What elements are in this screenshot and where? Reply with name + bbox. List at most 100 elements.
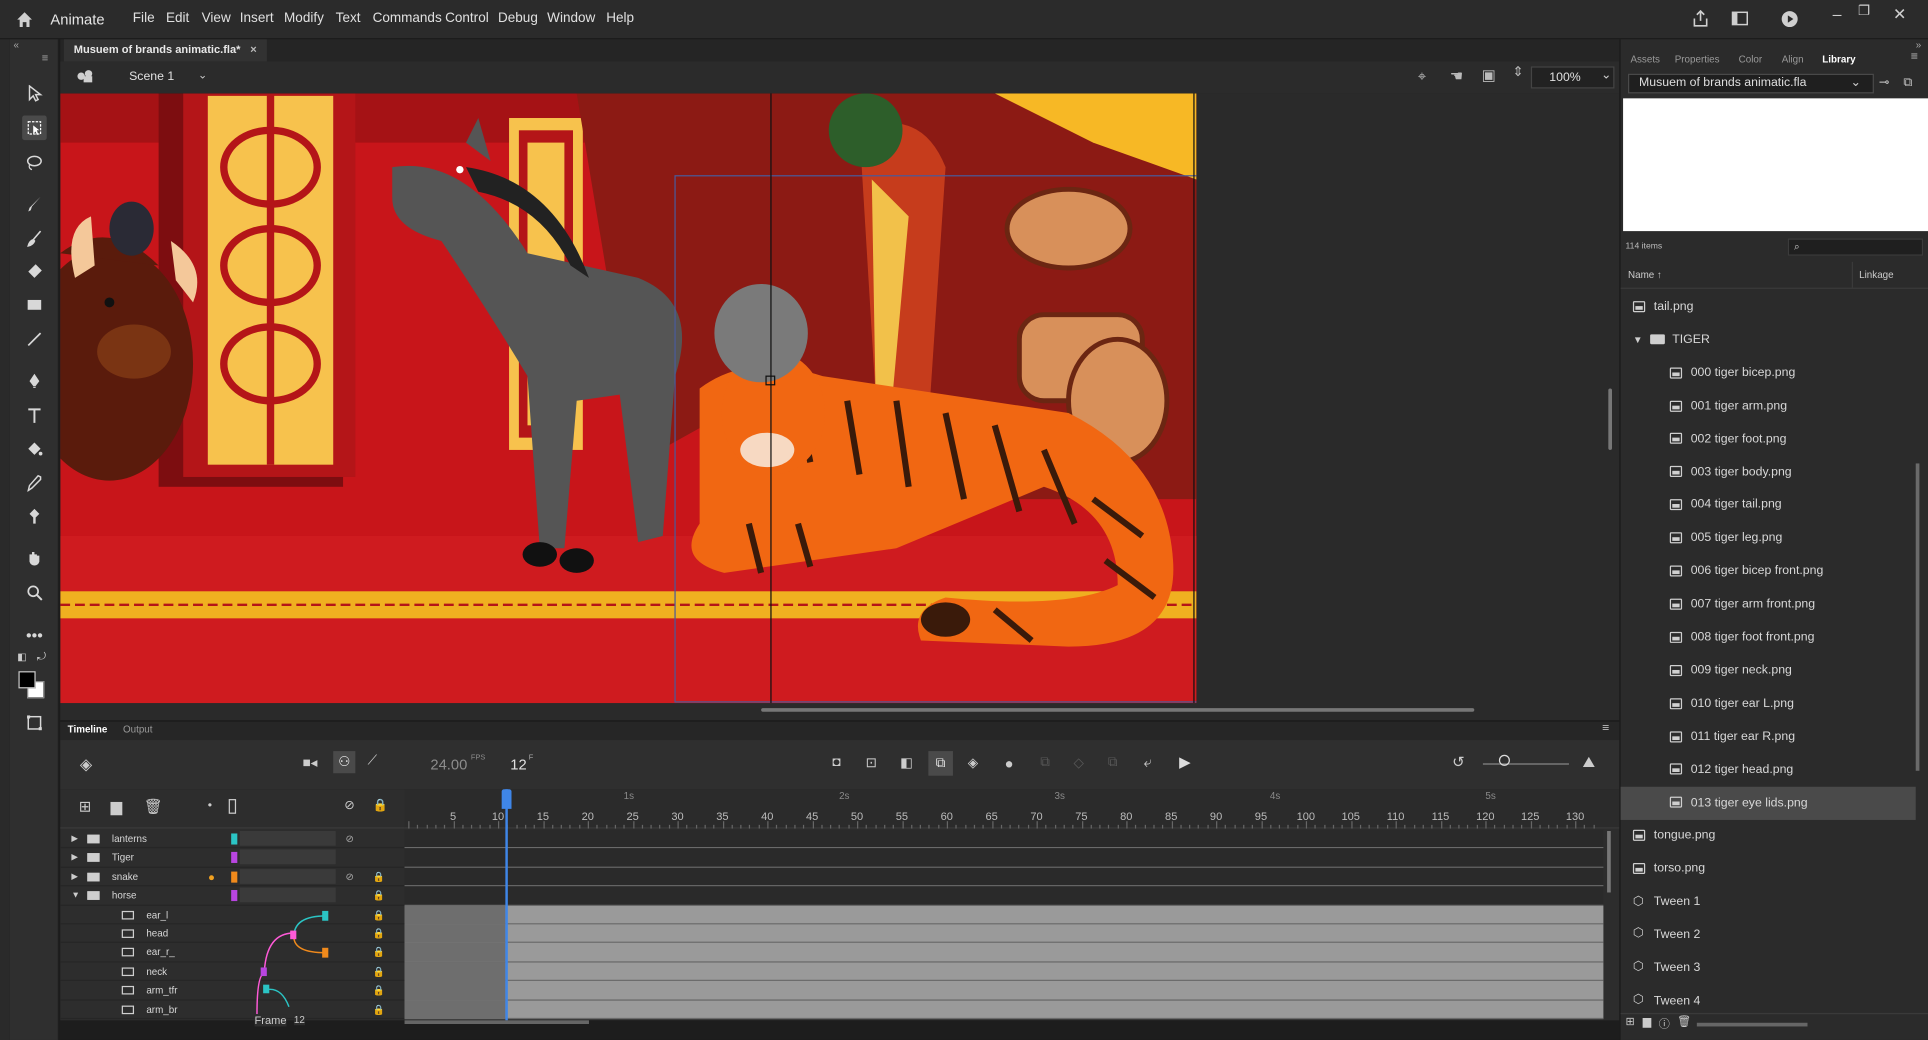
library-item[interactable]: ⬡ Tween 1: [1621, 885, 1916, 918]
folder-expand-icon[interactable]: ▼: [1633, 323, 1650, 356]
properties-icon[interactable]: ⓘ: [1659, 1015, 1670, 1031]
menu-edit[interactable]: Edit: [166, 11, 189, 26]
lock-icon[interactable]: 🔒: [373, 981, 385, 999]
current-frame-value[interactable]: 12: [510, 756, 526, 773]
library-h-scrollbar[interactable]: [1696, 1022, 1808, 1027]
menu-debug[interactable]: Debug: [498, 11, 538, 26]
menu-help[interactable]: Help: [606, 11, 634, 26]
lock-all-icon[interactable]: 🔒: [373, 799, 388, 813]
paint-brush-tool-icon[interactable]: [22, 226, 47, 251]
lasso-tool-icon[interactable]: [22, 150, 47, 175]
pin-library-icon[interactable]: ⊸: [1879, 76, 1889, 90]
layer-color-swatch[interactable]: [231, 852, 238, 864]
snap-icon[interactable]: ⌖: [1418, 68, 1426, 86]
menu-modify[interactable]: Modify: [284, 11, 324, 26]
collapse-panel-icon[interactable]: »: [1916, 39, 1921, 50]
library-item[interactable]: tongue.png: [1621, 819, 1916, 852]
layer-depth-icon[interactable]: ◈: [80, 755, 92, 775]
library-item[interactable]: torso.png: [1621, 852, 1916, 885]
swap-colors-icon[interactable]: ⤾: [37, 650, 46, 664]
new-symbol-icon[interactable]: ⊞: [1626, 1015, 1635, 1029]
edit-symbols-icon[interactable]: [76, 69, 93, 84]
menu-commands[interactable]: Commands: [373, 11, 442, 26]
show-hide-all-icon[interactable]: ⊘: [344, 799, 354, 813]
frame-row-lanterns[interactable]: [404, 829, 1604, 849]
auto-keyframe-icon[interactable]: ⧉: [928, 751, 953, 776]
frame-row-ear_l[interactable]: [404, 905, 1604, 925]
frame-row-arm_br[interactable]: [404, 1000, 1604, 1020]
folder-toggle-icon[interactable]: ▶: [71, 868, 78, 886]
frame-row-neck[interactable]: [404, 962, 1604, 982]
fps-value[interactable]: 24.00: [430, 756, 467, 773]
layer-color-swatch[interactable]: [231, 833, 238, 845]
tab-properties[interactable]: Properties: [1675, 54, 1720, 65]
menu-insert[interactable]: Insert: [240, 11, 274, 26]
insert-frame-icon[interactable]: ◈: [968, 755, 978, 771]
layer-row-horse[interactable]: ▼ horse 🔒: [60, 887, 405, 906]
library-item[interactable]: ⬡ Tween 3: [1621, 951, 1916, 984]
layer-row-lanterns[interactable]: ▶ lanterns ⊘: [60, 830, 405, 849]
play-icon[interactable]: ▶: [1179, 754, 1190, 771]
loop-icon[interactable]: ⤶: [1144, 754, 1152, 772]
menu-control[interactable]: Control: [445, 11, 489, 26]
insert-blank-keyframe-icon[interactable]: ◧: [900, 755, 913, 771]
library-item[interactable]: 010 tiger ear L.png: [1621, 687, 1916, 720]
fluid-brush-tool-icon[interactable]: [22, 192, 47, 217]
new-layer-icon[interactable]: ⊞: [79, 798, 91, 815]
center-frame-icon[interactable]: ↺: [1452, 754, 1464, 771]
tab-color[interactable]: Color: [1739, 54, 1763, 65]
library-item[interactable]: 013 tiger eye lids.png: [1620, 786, 1916, 820]
frame-row-head[interactable]: [404, 924, 1604, 944]
library-dropdown-icon[interactable]: ⌄: [1851, 75, 1861, 92]
playhead-handle[interactable]: [501, 789, 512, 809]
tools-menu-icon[interactable]: ≡: [42, 52, 48, 64]
close-window-icon[interactable]: ✕: [1886, 5, 1913, 25]
lock-icon[interactable]: 🔒: [373, 924, 385, 942]
center-stage-icon[interactable]: ⇕: [1512, 64, 1523, 80]
workspace-icon[interactable]: [1731, 11, 1748, 26]
home-icon[interactable]: [15, 10, 35, 30]
scene-name[interactable]: Scene 1: [129, 70, 174, 84]
lock-icon[interactable]: 🔒: [373, 868, 385, 886]
free-transform-tool-icon[interactable]: [22, 115, 47, 141]
lock-icon[interactable]: 🔒: [373, 905, 385, 923]
playhead[interactable]: [505, 789, 508, 1021]
collapse-tools-icon[interactable]: «: [14, 39, 19, 50]
camera-icon[interactable]: ■◂: [302, 755, 317, 771]
rotate-stage-icon[interactable]: ☚: [1450, 68, 1463, 85]
layer-row-neck[interactable]: neck 🔒: [60, 962, 405, 982]
line-tool-icon[interactable]: [22, 327, 47, 352]
onion-skin-icon[interactable]: ●: [1005, 755, 1014, 772]
frame-row-Tiger[interactable]: [404, 848, 1604, 868]
frame-ruler[interactable]: 5 10 15 20 25 30 35 40 45 50 55 60 65 70 75 80 85 90 95 100…: [404, 789, 1620, 829]
menu-file[interactable]: File: [133, 11, 155, 26]
library-item[interactable]: 009 tiger neck.png: [1621, 654, 1916, 687]
timeline-v-scrollbar[interactable]: [1607, 831, 1611, 893]
layer-color-swatch[interactable]: [231, 871, 238, 883]
library-item[interactable]: 003 tiger body.png: [1621, 455, 1916, 488]
insert-keyframe-icon[interactable]: ⊡: [866, 755, 877, 771]
frame-row-snake[interactable]: [404, 867, 1604, 887]
menu-text[interactable]: Text: [336, 11, 361, 26]
zoom-tool-icon[interactable]: [22, 580, 47, 605]
delete-library-item-icon[interactable]: 🗑: [1677, 1015, 1691, 1029]
library-item[interactable]: tail.png: [1621, 290, 1916, 323]
timeline-zoom-thumb[interactable]: [1498, 754, 1510, 766]
library-scrollbar[interactable]: [1915, 463, 1920, 771]
library-item[interactable]: 004 tiger tail.png: [1621, 489, 1916, 522]
hidden-eye-icon[interactable]: ⊘: [346, 868, 354, 886]
layer-row-Tiger[interactable]: ▶ Tiger: [60, 849, 405, 868]
output-tab[interactable]: Output: [123, 724, 153, 735]
document-tab[interactable]: Musuem of brands animatic.fla* ×: [63, 39, 267, 62]
library-item[interactable]: 002 tiger foot.png: [1621, 422, 1916, 455]
tab-align[interactable]: Align: [1782, 54, 1804, 65]
folder-toggle-icon[interactable]: ▼: [71, 887, 80, 905]
library-item[interactable]: 005 tiger leg.png: [1621, 522, 1916, 555]
stage-v-scrollbar[interactable]: [1608, 388, 1613, 450]
hidden-eye-icon[interactable]: ⊘: [346, 830, 354, 848]
stroke-color-swatch[interactable]: [18, 671, 36, 689]
new-library-panel-icon[interactable]: ⧉: [1903, 76, 1912, 90]
timeline-h-scrollbar[interactable]: [404, 1020, 589, 1025]
library-item[interactable]: 006 tiger bicep front.png: [1621, 555, 1916, 588]
graph-icon[interactable]: ⟋: [368, 754, 377, 770]
